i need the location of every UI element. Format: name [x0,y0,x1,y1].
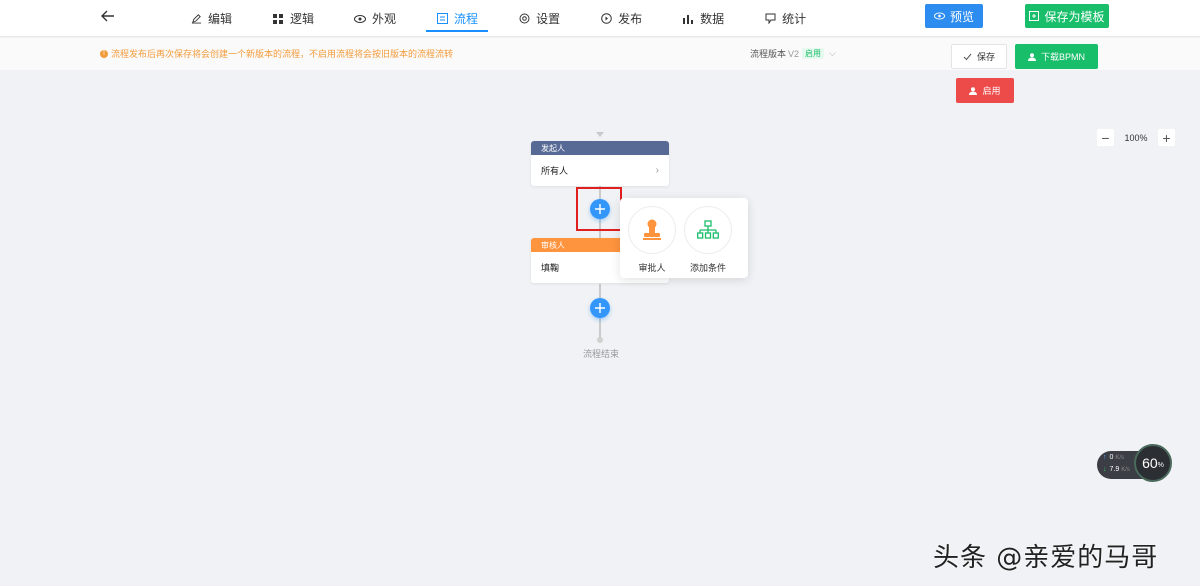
version-label: 流程版本 [750,49,787,59]
flow-icon [436,13,448,25]
download-bpmn-button[interactable]: 下载BPMN [1015,44,1098,69]
condition-option-label: 添加条件 [689,263,726,273]
stats-icon [764,13,776,25]
tab-label: 统计 [782,12,807,26]
version-selector[interactable]: 流程版本 V2 启用 ⌵ [750,47,836,60]
save-label: 保存 [976,52,995,62]
download-value: 7.9 [1109,466,1120,473]
gear-icon [518,13,530,25]
tab-label: 数据 [700,12,725,26]
tab-label: 编辑 [208,12,233,26]
flow-start-arrow [596,132,604,137]
gauge-value: 60 [1142,455,1158,471]
plus-icon [595,303,605,313]
info-icon: ! [100,49,108,58]
chevron-down-icon: ⌵ [829,48,836,58]
save-as-template-label: 保存为模板 [1044,9,1105,24]
eye-icon [354,13,367,25]
notice-text: 流程发布后再次保存将会创建一个新版本的流程，不启用流程将会按旧版本的流程流转 [111,49,454,59]
node-title: 发起人 [531,141,669,155]
download-label: 下载BPMN [1040,52,1085,62]
download-speed: ↓ 7.9 K/s [1103,466,1130,473]
tab-edit[interactable]: 编辑 [180,0,242,37]
grid-icon [272,13,284,25]
main-nav: 编辑 逻辑 外观 流程 设置 发布 数据 统计 [180,0,836,37]
tab-label: 发布 [618,12,643,26]
highlight-box [576,187,622,231]
user-icon [969,86,978,95]
chevron-right-icon: › [655,165,659,176]
condition-option-circle [684,206,732,254]
usage-gauge[interactable]: 60% [1134,444,1172,482]
version-status-badge: 启用 [802,48,825,59]
enable-label: 启用 [982,86,1001,96]
save-as-template-button[interactable]: 保存为模板 [1025,4,1109,28]
version-value: V2 [788,48,800,59]
back-arrow-icon[interactable] [98,6,118,26]
add-condition-option[interactable]: 添加条件 [683,206,733,274]
zoom-in-button[interactable]: + [1158,129,1175,146]
tab-data[interactable]: 数据 [672,0,734,37]
enable-button[interactable]: 启用 [956,78,1014,103]
tab-label: 外观 [372,12,397,26]
tab-appearance[interactable]: 外观 [344,0,406,37]
eye-icon [933,12,945,20]
node-content: 填鞠 [541,263,560,273]
arrow-up-icon: ↑ [1103,454,1107,461]
upload-speed: ↑ 0 K/s [1103,454,1124,461]
arrow-down-icon: ↓ [1103,466,1107,473]
zoom-out-button[interactable]: − [1097,129,1114,146]
bar-chart-icon [682,13,694,25]
tab-logic[interactable]: 逻辑 [262,0,324,37]
node-body: 所有人 › [531,155,669,186]
flow-end-label: 流程结束 [583,349,620,359]
save-button[interactable]: 保存 [951,44,1007,69]
tab-label: 流程 [454,12,479,26]
tab-label: 逻辑 [290,12,315,26]
tab-flow[interactable]: 流程 [426,0,489,37]
watermark: 头条 @亲爱的马哥 [933,543,1159,573]
template-icon [1029,11,1040,21]
check-icon [963,53,972,61]
add-approver-option[interactable]: 审批人 [627,206,677,274]
add-node-button[interactable] [590,298,610,318]
tab-stats[interactable]: 统计 [754,0,816,37]
node-content: 所有人 [541,166,569,176]
approver-option-circle [628,206,676,254]
tab-label: 设置 [536,12,561,26]
publish-icon [600,13,612,25]
preview-label: 预览 [949,9,974,24]
add-node-popover: 审批人 添加条件 [620,198,748,278]
org-tree-icon [697,220,719,239]
user-icon [1027,52,1036,61]
approver-option-label: 审批人 [638,263,666,273]
notice-message: ! 流程发布后再次保存将会创建一个新版本的流程，不启用流程将会按旧版本的流程流转 [100,47,453,60]
top-navbar: 编辑 逻辑 外观 流程 设置 发布 数据 统计 预览 保存为模板 [0,0,1200,37]
upload-value: 0 [1109,454,1114,461]
upload-unit: K/s [1115,454,1125,461]
tab-settings[interactable]: 设置 [508,0,570,37]
edit-icon [190,13,202,25]
initiator-node[interactable]: 发起人 所有人 › [531,141,669,186]
download-unit: K/s [1121,466,1130,473]
tab-publish[interactable]: 发布 [590,0,652,37]
stamp-icon [643,219,661,240]
zoom-level: 100% [1124,132,1148,143]
flow-end-dot [597,337,603,343]
gauge-unit: % [1157,462,1164,469]
preview-button[interactable]: 预览 [925,4,983,28]
zoom-control: − 100% + [1097,129,1175,146]
